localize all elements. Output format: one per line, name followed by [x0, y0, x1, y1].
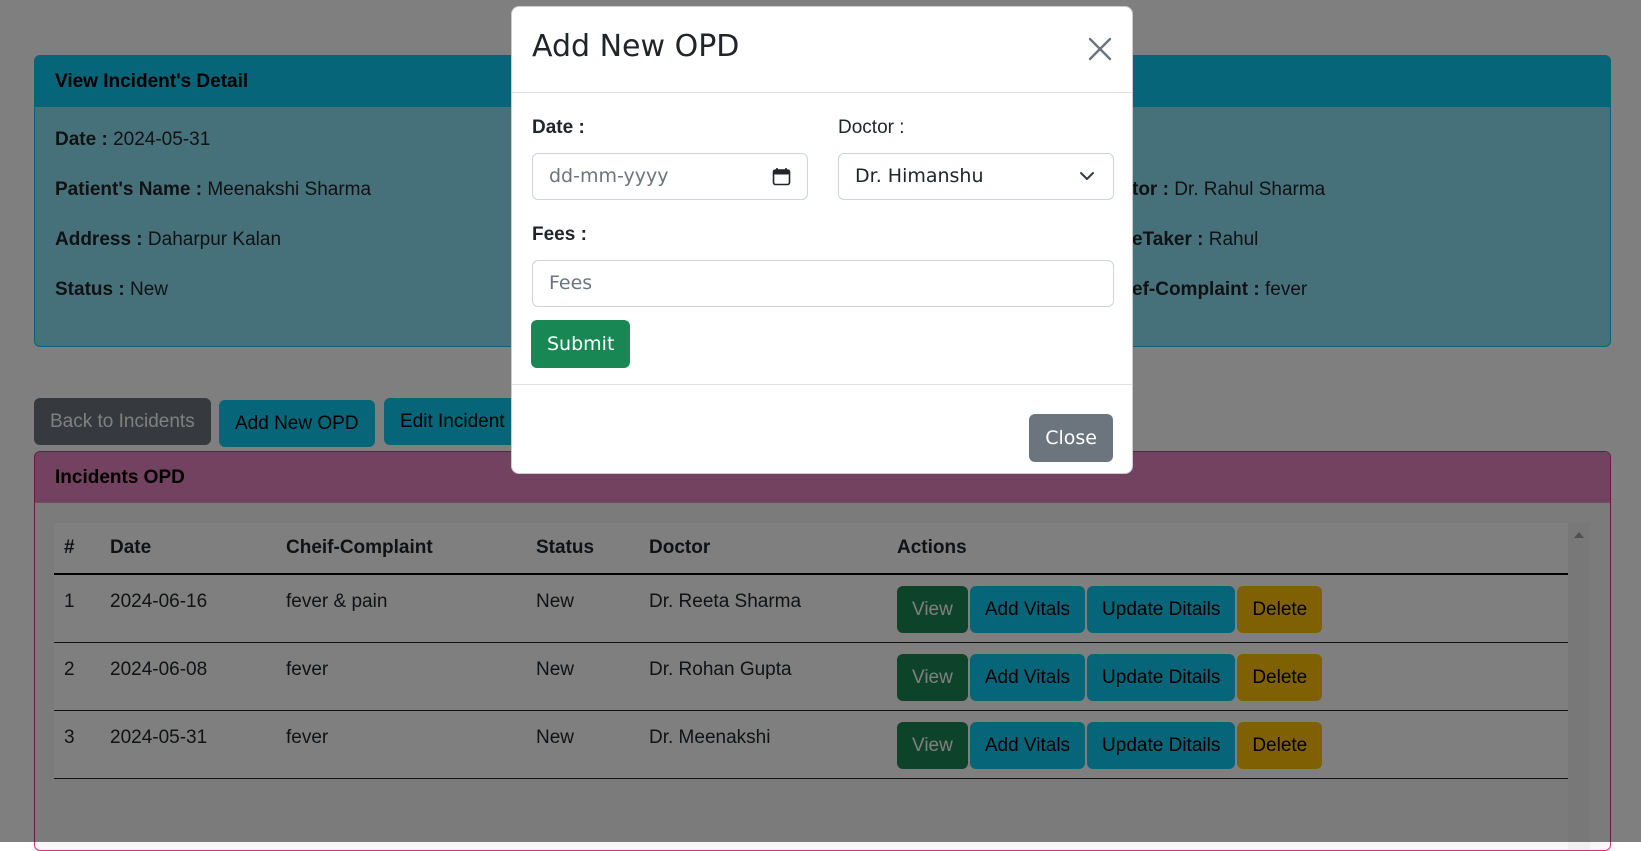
fees-input[interactable]: Fees — [532, 260, 1114, 307]
fees-input-label: Fees : — [532, 224, 587, 245]
doctor-select[interactable]: Dr. Himanshu — [838, 153, 1114, 200]
chevron-down-icon — [1080, 172, 1094, 180]
submit-button[interactable]: Submit — [531, 320, 631, 368]
date-input-placeholder: dd-mm-yyyy — [549, 165, 669, 187]
doctor-select-label: Doctor : — [838, 117, 905, 138]
fees-input-placeholder: Fees — [549, 272, 593, 294]
date-input-label: Date : — [532, 117, 585, 138]
modal-body: Date : dd-mm-yyyy Doctor : Dr. Himanshu … — [512, 93, 1132, 385]
calendar-icon[interactable] — [772, 167, 791, 186]
modal-header: Add New OPD — [512, 7, 1132, 93]
date-input[interactable]: dd-mm-yyyy — [532, 153, 808, 200]
modal-title: Add New OPD — [532, 29, 740, 64]
close-button[interactable]: Close — [1029, 414, 1113, 462]
close-icon[interactable] — [1086, 35, 1114, 63]
doctor-select-value: Dr. Himanshu — [855, 165, 984, 187]
add-opd-modal: Add New OPD Date : dd-mm-yyyy Doctor : D… — [511, 6, 1133, 474]
